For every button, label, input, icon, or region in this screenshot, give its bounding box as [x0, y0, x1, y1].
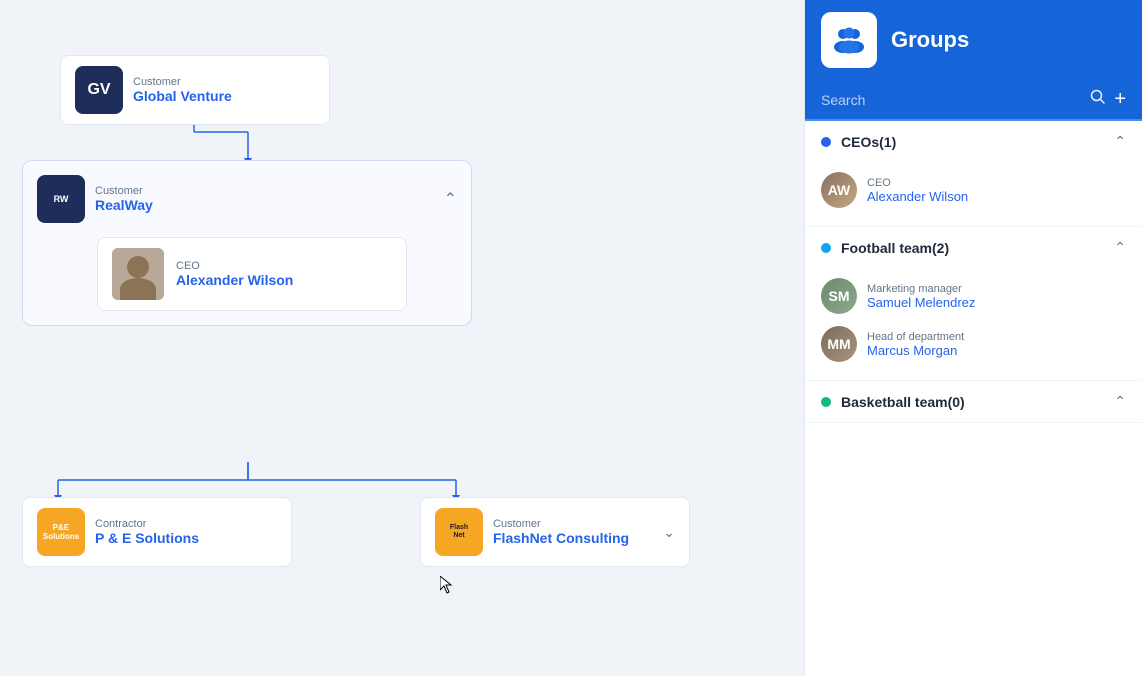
- member-role-samuel: Marketing manager: [867, 283, 975, 295]
- ceo-card-realway[interactable]: CEO Alexander Wilson: [97, 237, 407, 311]
- node-logo-gv: GV: [75, 66, 123, 114]
- node-logo-pe: P&ESolutions: [37, 508, 85, 556]
- member-name-samuel: Samuel Melendrez: [867, 295, 975, 310]
- member-name-alexander: Alexander Wilson: [867, 189, 968, 204]
- node-pe-solutions[interactable]: P&ESolutions Contractor P & E Solutions: [22, 497, 292, 567]
- groups-search-bar: +: [805, 80, 1142, 121]
- node-flashnet[interactable]: FlashNet Customer FlashNet Consulting ⌄: [420, 497, 690, 567]
- groups-icon: [831, 25, 867, 55]
- groups-search-input[interactable]: [821, 92, 1082, 108]
- group-chevron-football[interactable]: ⌃: [1114, 239, 1126, 256]
- groups-icon-box: [821, 12, 877, 68]
- member-avatar-alexander: AW: [821, 172, 857, 208]
- groups-header: Groups: [805, 0, 1142, 80]
- member-info-samuel: Marketing manager Samuel Melendrez: [867, 283, 975, 310]
- group-section-basketball: Basketball team(0) ⌃: [805, 381, 1142, 423]
- group-members-football: SM Marketing manager Samuel Melendrez MM…: [805, 268, 1142, 380]
- group-header-basketball[interactable]: Basketball team(0) ⌃: [805, 381, 1142, 422]
- node-name-fn: FlashNet Consulting: [493, 530, 629, 546]
- org-chart: GV Customer Global Venture RW Customer R…: [0, 0, 804, 676]
- member-role-alexander: CEO: [867, 177, 968, 189]
- group-chevron-basketball[interactable]: ⌃: [1114, 393, 1126, 410]
- groups-title: Groups: [891, 27, 969, 53]
- member-name-marcus: Marcus Morgan: [867, 343, 964, 358]
- group-header-ceos[interactable]: CEOs(1) ⌃: [805, 121, 1142, 162]
- node-name-pe: P & E Solutions: [95, 530, 199, 546]
- member-avatar-samuel: SM: [821, 278, 857, 314]
- node-type-rw: Customer: [95, 185, 434, 197]
- member-role-marcus: Head of department: [867, 331, 964, 343]
- ceo-name: Alexander Wilson: [176, 272, 293, 288]
- node-name-rw: RealWay: [95, 197, 434, 213]
- org-chart-panel: GV Customer Global Venture RW Customer R…: [0, 0, 804, 676]
- search-icon[interactable]: [1090, 89, 1106, 110]
- ceo-info: CEO Alexander Wilson: [176, 260, 293, 288]
- node-global-venture[interactable]: GV Customer Global Venture: [60, 55, 330, 125]
- group-header-football[interactable]: Football team(2) ⌃: [805, 227, 1142, 268]
- group-dot-ceos: [821, 137, 831, 147]
- realway-header: RW Customer RealWay ⌃: [37, 175, 457, 223]
- node-info-gv: Customer Global Venture: [133, 76, 232, 104]
- group-name-football: Football team(2): [841, 240, 949, 256]
- group-dot-basketball: [821, 397, 831, 407]
- node-info-rw: Customer RealWay: [95, 185, 434, 213]
- node-type-gv: Customer: [133, 76, 232, 88]
- add-group-button[interactable]: +: [1114, 88, 1126, 111]
- member-item[interactable]: AW CEO Alexander Wilson: [821, 166, 1126, 214]
- node-logo-rw: RW: [37, 175, 85, 223]
- ceo-avatar: [112, 248, 164, 300]
- group-name-basketball: Basketball team(0): [841, 394, 965, 410]
- node-info-pe: Contractor P & E Solutions: [95, 518, 199, 546]
- group-name-ceos: CEOs(1): [841, 134, 896, 150]
- node-realway-container[interactable]: RW Customer RealWay ⌃ CEO Alexander Wils…: [22, 160, 472, 326]
- group-members-ceos: AW CEO Alexander Wilson: [805, 162, 1142, 226]
- member-avatar-marcus: MM: [821, 326, 857, 362]
- right-panel-groups: Groups + CEOs(1) ⌃: [804, 0, 1142, 676]
- group-chevron-ceos[interactable]: ⌃: [1114, 133, 1126, 150]
- group-section-ceos: CEOs(1) ⌃ AW CEO Alexander Wilson: [805, 121, 1142, 227]
- node-type-fn: Customer: [493, 518, 629, 530]
- realway-collapse-chevron[interactable]: ⌃: [444, 189, 457, 209]
- group-dot-football: [821, 243, 831, 253]
- node-name-gv: Global Venture: [133, 88, 232, 104]
- ceo-role: CEO: [176, 260, 293, 272]
- node-info-fn: Customer FlashNet Consulting: [493, 518, 629, 546]
- mouse-cursor: [440, 576, 454, 596]
- member-item[interactable]: MM Head of department Marcus Morgan: [821, 320, 1126, 368]
- ceo-avatar-image: [112, 248, 164, 300]
- group-section-football: Football team(2) ⌃ SM Marketing manager …: [805, 227, 1142, 381]
- node-type-pe: Contractor: [95, 518, 199, 530]
- member-info-marcus: Head of department Marcus Morgan: [867, 331, 964, 358]
- flashnet-expand-chevron[interactable]: ⌄: [663, 524, 675, 541]
- node-logo-fn: FlashNet: [435, 508, 483, 556]
- groups-list: CEOs(1) ⌃ AW CEO Alexander Wilson: [805, 121, 1142, 676]
- member-item[interactable]: SM Marketing manager Samuel Melendrez: [821, 272, 1126, 320]
- member-info-alexander: CEO Alexander Wilson: [867, 177, 968, 204]
